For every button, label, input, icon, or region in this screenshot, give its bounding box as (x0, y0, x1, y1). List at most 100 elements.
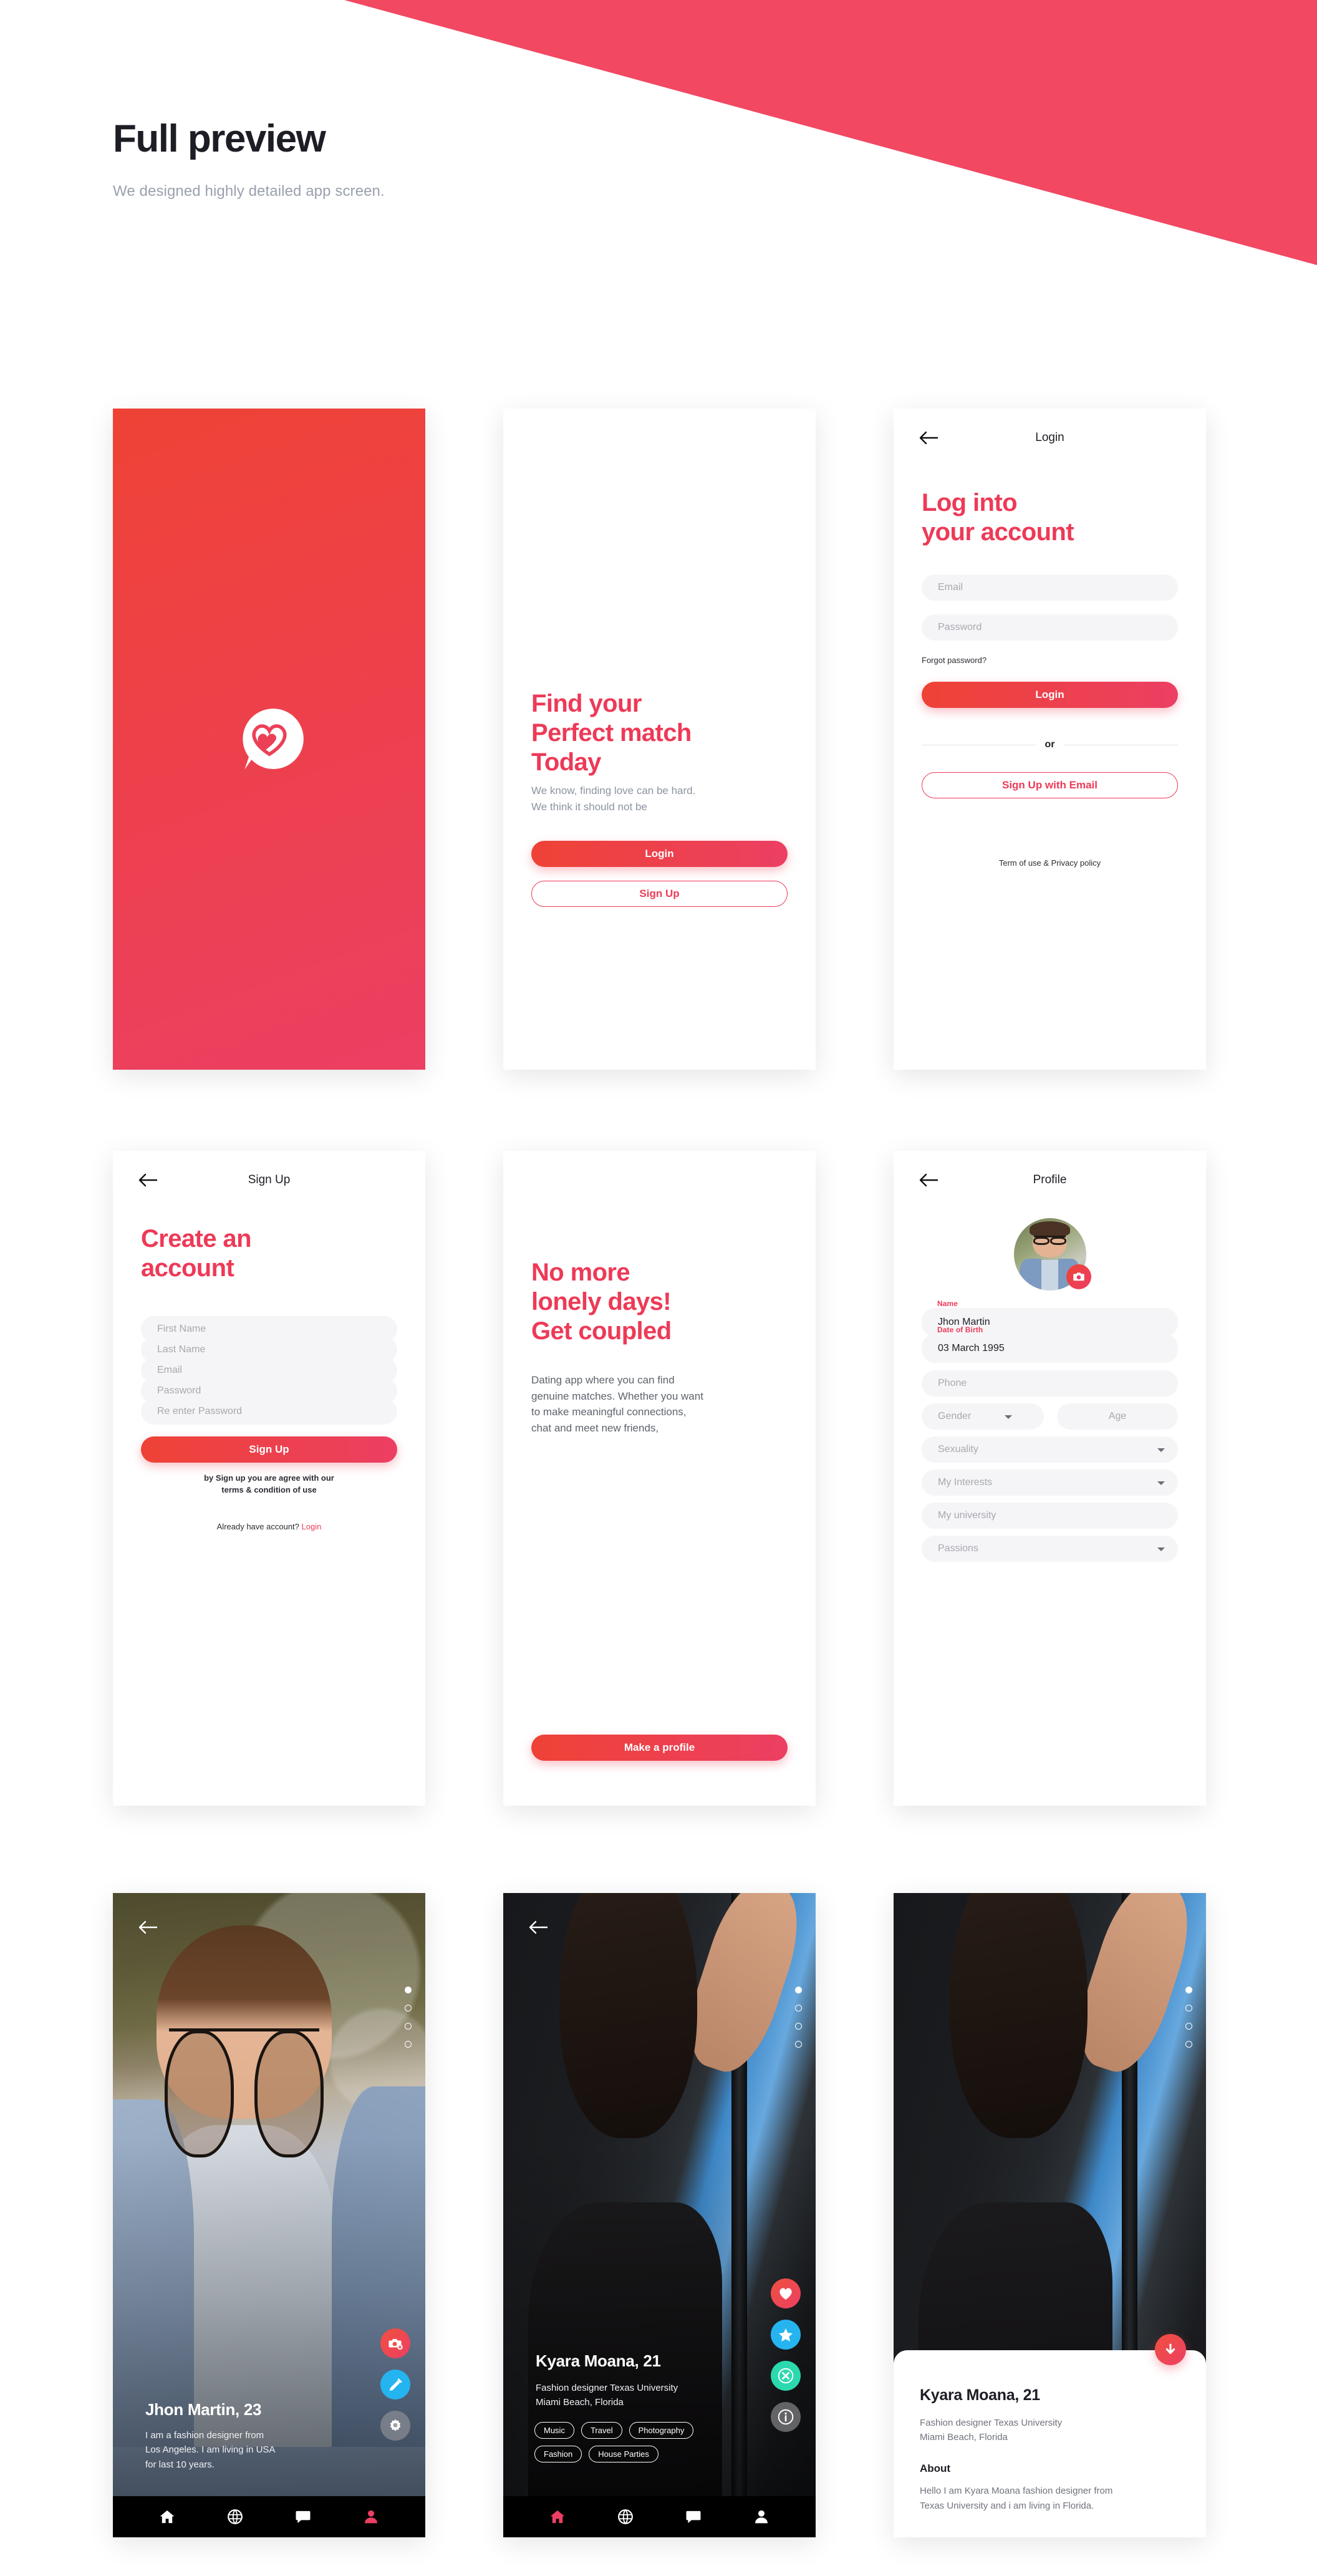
intro-body: Dating app where you can find genuine ma… (531, 1374, 703, 1434)
email-field[interactable]: Email (922, 574, 1178, 601)
photo-hair (559, 1893, 697, 2138)
interest-tag[interactable]: House Parties (589, 2446, 658, 2462)
login-link[interactable]: Login (302, 1522, 322, 1531)
arrow-left-icon[interactable] (528, 1919, 549, 1935)
pagination-dot[interactable] (795, 1987, 802, 1993)
pagination-dot[interactable] (405, 2005, 412, 2012)
passions-field[interactable]: Passions (922, 1536, 1178, 1562)
login-button[interactable]: Login (531, 841, 788, 867)
interest-tag[interactable]: Fashion (534, 2446, 582, 2462)
signup-submit-button[interactable]: Sign Up (141, 1436, 397, 1463)
phone-field[interactable]: Phone (922, 1370, 1178, 1397)
about-body: Hello I am Kyara Moana fashion designer … (920, 2485, 1113, 2511)
action-button-stack (380, 2328, 410, 2452)
pagination-dot[interactable] (405, 1987, 412, 1993)
pagination-dot[interactable] (1185, 2023, 1192, 2030)
pagination-dot[interactable] (1185, 1987, 1192, 1993)
login-topbar: Login (894, 430, 1206, 455)
reenter-password-field[interactable]: Re enter Password (141, 1398, 397, 1425)
login-heading: Log into your account (922, 489, 1074, 546)
pagination-dot[interactable] (795, 2023, 802, 2030)
home-icon[interactable] (549, 2509, 566, 2525)
pagination-dot[interactable] (1185, 2005, 1192, 2012)
login-screen: Login Log into your account Email Passwo… (894, 409, 1206, 1070)
login-topbar-title: Login (1035, 431, 1064, 444)
university-field[interactable]: My university (922, 1503, 1178, 1529)
gender-field[interactable]: Gender (922, 1403, 1044, 1430)
profile-card-kyara: Kyara Moana, 21 Fashion designer Texas U… (503, 1893, 816, 2537)
photo-pagination-dots[interactable] (795, 1987, 802, 2059)
chevron-down-icon (1157, 1448, 1165, 1452)
avatar[interactable] (1013, 1218, 1091, 1290)
globe-icon[interactable] (227, 2509, 243, 2525)
dislike-button[interactable] (771, 2361, 801, 2391)
change-photo-button[interactable] (1066, 1264, 1091, 1289)
pagination-dot[interactable] (405, 2041, 412, 2048)
signup-heading: Create an account (141, 1225, 252, 1282)
signup-button[interactable]: Sign Up (531, 881, 788, 907)
divider-label: or (1044, 739, 1055, 750)
home-icon[interactable] (159, 2509, 175, 2525)
chevron-down-icon (1157, 1481, 1165, 1485)
person-icon[interactable] (363, 2509, 379, 2525)
login-prompt-text: Already have account? (216, 1522, 299, 1531)
onboarding-heading: Find your Perfect match Today (531, 690, 692, 777)
interest-tag-list: Music Travel Photography Fashion House P… (534, 2422, 746, 2462)
or-divider: or (922, 739, 1178, 750)
arrow-down-icon (1165, 2343, 1175, 2355)
arrow-left-icon[interactable] (138, 1919, 159, 1935)
profile-screen: Profile Name Jhon Martin Date of Birth 0… (894, 1151, 1206, 1806)
edit-profile-button[interactable] (380, 2370, 410, 2399)
gear-icon (390, 2419, 401, 2431)
card-description: Fashion designer Texas University Miami … (536, 2383, 678, 2408)
interest-tag[interactable]: Travel (581, 2422, 622, 2439)
login-submit-button[interactable]: Login (922, 682, 1178, 708)
photo-gradient-overlay (113, 2138, 425, 2537)
action-button-stack (771, 2278, 801, 2443)
pencil-icon (389, 2378, 402, 2391)
dob-label: Date of Birth (937, 1325, 983, 1334)
password-field[interactable]: Password (922, 614, 1178, 641)
login-prompt: Already have account? Login (113, 1522, 425, 1531)
decorative-corner-triangle (344, 0, 1317, 265)
chat-icon[interactable] (295, 2509, 311, 2525)
chat-icon[interactable] (685, 2509, 702, 2525)
pagination-dot[interactable] (795, 2041, 802, 2048)
photo-pagination-dots[interactable] (405, 1987, 412, 2059)
settings-button[interactable] (380, 2411, 410, 2441)
collapse-sheet-button[interactable] (1155, 2334, 1186, 2365)
signup-with-email-button[interactable]: Sign Up with Email (922, 772, 1178, 798)
person-icon[interactable] (753, 2509, 769, 2525)
name-label: Name (937, 1299, 958, 1308)
globe-icon[interactable] (617, 2509, 634, 2525)
info-button[interactable] (771, 2402, 801, 2432)
bottom-navigation (113, 2496, 425, 2537)
age-field[interactable]: Age (1057, 1403, 1178, 1430)
photo-hair (950, 1893, 1088, 2138)
card-subtitle: Fashion designer Texas University Miami … (920, 2418, 1063, 2443)
photo-pagination-dots[interactable] (1185, 1987, 1192, 2059)
signup-screen: Sign Up Create an account First Name Las… (113, 1151, 425, 1806)
profile-card-jhon: Jhon Martin, 23 I am a fashion designer … (113, 1893, 425, 2537)
forgot-password-link[interactable]: Forgot password? (922, 656, 987, 665)
terms-privacy-link[interactable]: Term of use & Privacy policy (894, 858, 1206, 868)
card-name: Jhon Martin, 23 (145, 2400, 262, 2419)
interest-tag[interactable]: Photography (629, 2422, 694, 2439)
sexuality-field[interactable]: Sexuality (922, 1436, 1178, 1463)
interest-tag[interactable]: Music (534, 2422, 574, 2439)
pagination-dot[interactable] (1185, 2041, 1192, 2048)
pagination-dot[interactable] (795, 2005, 802, 2012)
interests-field[interactable]: My Interests (922, 1470, 1178, 1496)
like-button[interactable] (771, 2278, 801, 2308)
card-description: I am a fashion designer from Los Angeles… (145, 2430, 276, 2470)
heart-chat-bubble-icon (242, 709, 304, 770)
signup-topbar-title: Sign Up (248, 1173, 291, 1186)
info-icon (778, 2409, 794, 2425)
onboarding-body: We know, finding love can be hard. We th… (531, 785, 696, 813)
superlike-button[interactable] (771, 2320, 801, 2350)
add-photo-button[interactable] (380, 2328, 410, 2358)
dob-field[interactable]: 03 March 1995 (922, 1334, 1178, 1363)
pagination-dot[interactable] (405, 2023, 412, 2030)
close-circle-icon (778, 2368, 794, 2384)
make-profile-button[interactable]: Make a profile (531, 1735, 788, 1761)
